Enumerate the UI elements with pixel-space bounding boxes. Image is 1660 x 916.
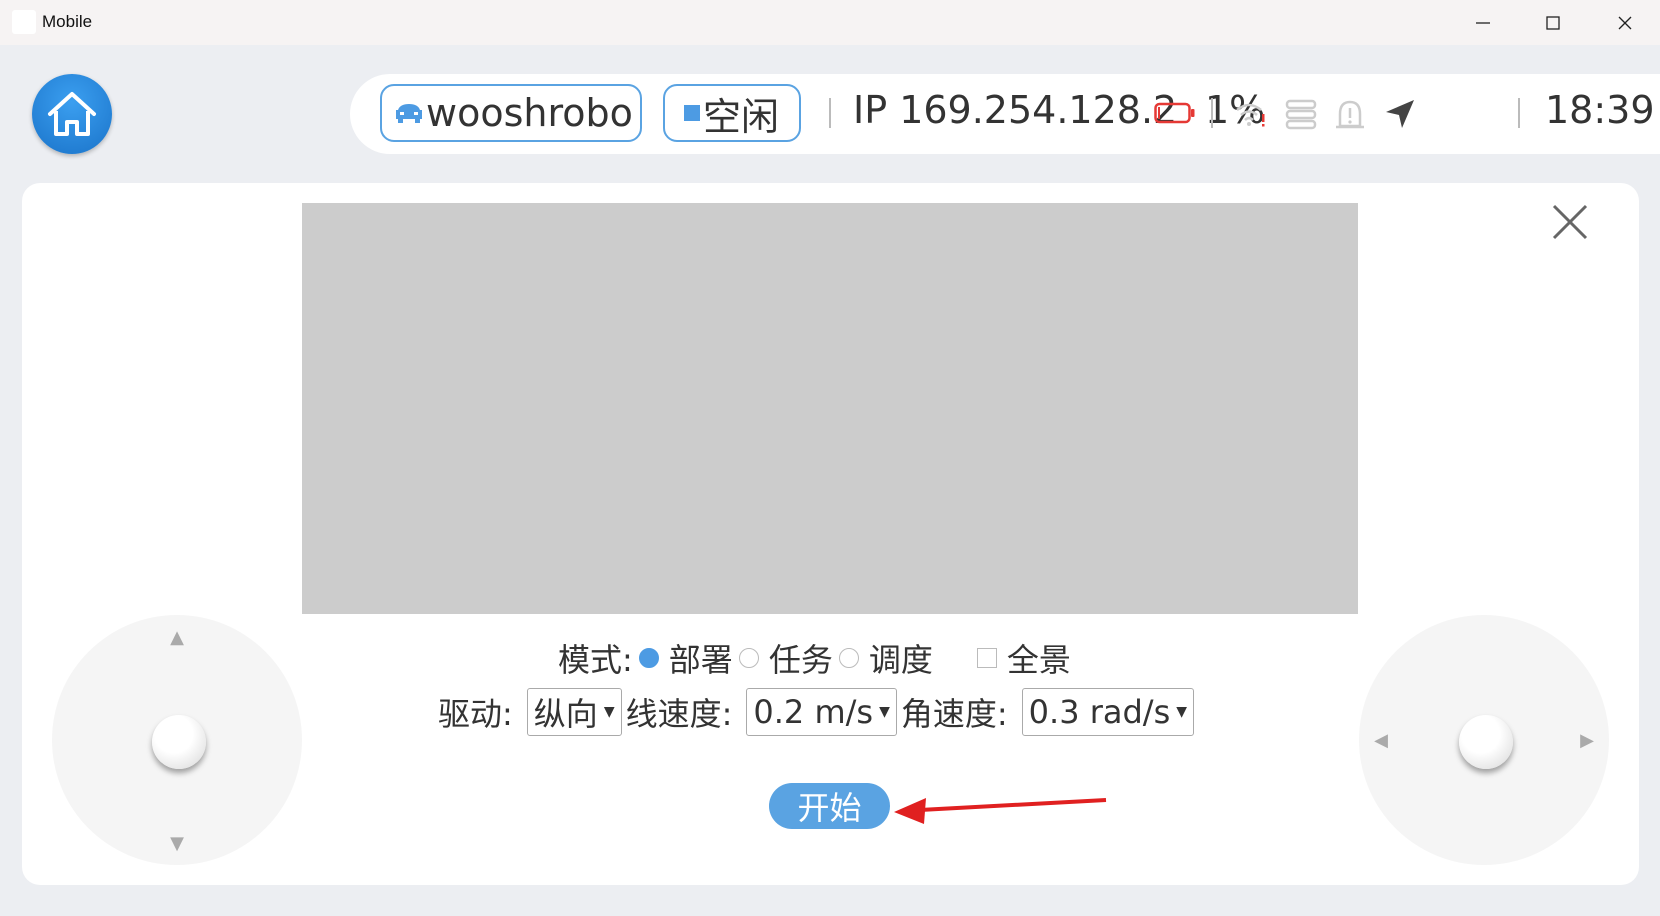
state-square-icon <box>684 105 700 121</box>
maximize-icon <box>1546 15 1560 30</box>
panorama-label[interactable]: 全景 <box>1007 635 1071 681</box>
battery-icon <box>1154 102 1195 124</box>
angular-speed-label: 角速度: <box>900 695 1008 733</box>
minimize-button[interactable] <box>1448 0 1518 45</box>
close-icon <box>1618 16 1632 29</box>
robot-selector[interactable]: wooshrobo <box>380 84 642 142</box>
home-icon <box>48 92 96 136</box>
divider <box>1518 98 1520 128</box>
drive-row: 驱动: 纵向 ▼ 线速度: 0.2 m/s ▼ 角速度: 0.3 rad/s ▼ <box>438 688 1198 736</box>
angular-speed-value: 0.3 rad/s <box>1028 693 1171 731</box>
divider <box>829 98 831 128</box>
status-bar: wooshrobo 空闲 IP 169.254.128.2 1% 18:39 <box>350 74 1660 154</box>
server-icon[interactable] <box>1283 96 1319 132</box>
robot-car-icon <box>396 104 422 123</box>
maximize-button[interactable] <box>1518 0 1588 45</box>
annotation-arrow <box>894 798 1107 824</box>
left-joystick[interactable]: ▲ ▼ <box>52 615 302 865</box>
divider <box>1211 98 1213 128</box>
home-button[interactable] <box>32 74 112 154</box>
app-icon <box>12 10 36 34</box>
chevron-down-icon: ▼ <box>1176 704 1188 720</box>
window-close-button[interactable] <box>1590 0 1660 45</box>
arrow-left-icon: ◀ <box>1374 729 1388 751</box>
wifi-warning-icon[interactable] <box>1233 96 1269 132</box>
mode-option-deploy[interactable]: 部署 <box>669 635 733 681</box>
right-joystick[interactable]: ◀ ▶ <box>1359 615 1609 865</box>
clock: 18:39 <box>1545 88 1655 132</box>
linear-speed-value: 0.2 m/s <box>753 693 874 731</box>
arrow-up-icon: ▲ <box>170 626 184 648</box>
drive-select[interactable]: 纵向 ▼ <box>526 688 622 736</box>
window-title: Mobile <box>42 12 93 31</box>
arrow-right-icon: ▶ <box>1580 729 1594 751</box>
chevron-down-icon: ▼ <box>879 704 890 720</box>
navigation-icon[interactable] <box>1382 96 1418 132</box>
panel-close-button[interactable] <box>1548 200 1592 244</box>
mode-radio-dispatch[interactable] <box>838 648 859 668</box>
start-label: 开始 <box>797 789 862 827</box>
angular-speed-select[interactable]: 0.3 rad/s ▼ <box>1021 688 1195 736</box>
linear-speed-label: 线速度: <box>625 695 733 733</box>
start-button[interactable]: 开始 <box>769 783 890 829</box>
window-titlebar: Mobile <box>0 0 1660 45</box>
robot-state: 空闲 <box>703 94 780 139</box>
robot-name: wooshrobo <box>426 91 633 135</box>
mode-radio-task[interactable] <box>738 648 759 668</box>
robot-state-badge[interactable]: 空闲 <box>663 84 801 142</box>
drive-label: 驱动: <box>438 695 513 733</box>
minimize-icon <box>1476 21 1490 24</box>
chevron-down-icon: ▼ <box>603 704 615 720</box>
joystick-knob[interactable] <box>1459 715 1513 769</box>
camera-view <box>302 203 1358 614</box>
joystick-knob[interactable] <box>152 715 206 769</box>
panorama-checkbox[interactable] <box>976 648 997 668</box>
mode-row: 模式: 部署 任务 调度 全景 <box>558 636 1071 680</box>
mode-option-dispatch[interactable]: 调度 <box>869 635 933 681</box>
mode-radio-deploy[interactable] <box>638 648 659 668</box>
ip-address: IP 169.254.128.2 <box>853 88 1178 132</box>
linear-speed-select[interactable]: 0.2 m/s ▼ <box>746 688 897 736</box>
drive-value: 纵向 <box>533 695 598 733</box>
alert-icon[interactable] <box>1332 96 1368 132</box>
mode-label: 模式: <box>558 641 633 679</box>
mode-option-task[interactable]: 任务 <box>769 635 833 681</box>
arrow-down-icon: ▼ <box>170 832 184 854</box>
